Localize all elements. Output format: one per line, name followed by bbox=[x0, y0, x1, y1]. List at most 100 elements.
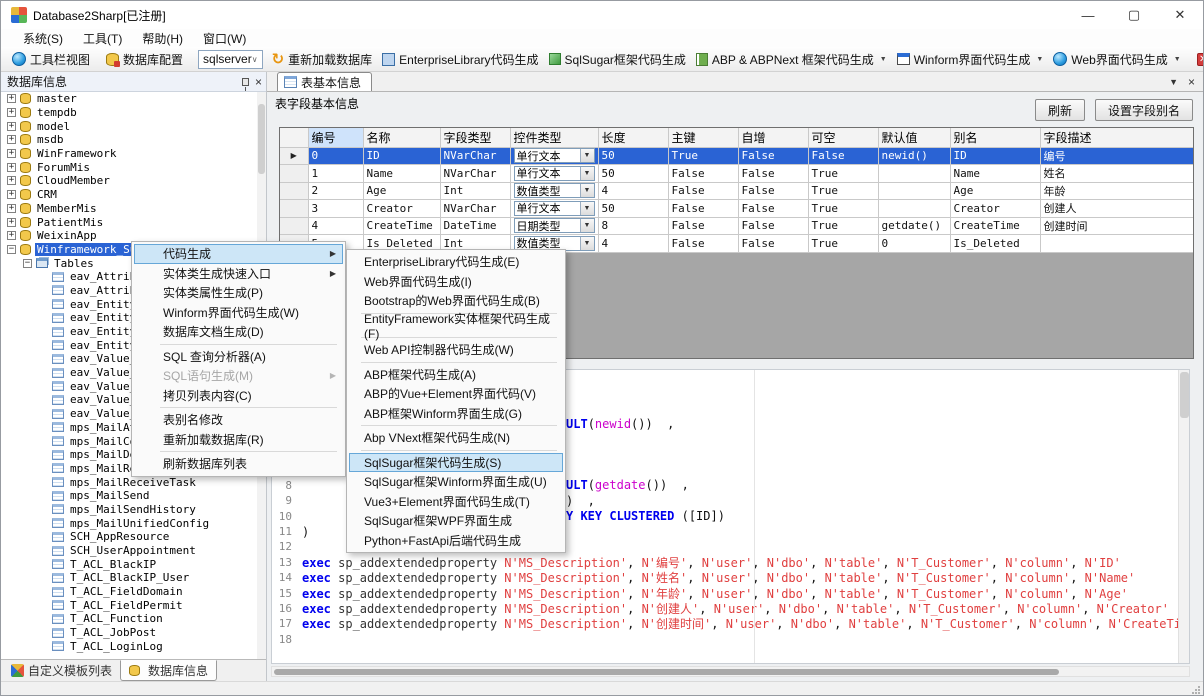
row-selector-stub[interactable] bbox=[280, 182, 308, 200]
grid-cell[interactable]: 4 bbox=[598, 182, 668, 200]
tab-table-info[interactable]: 表基本信息 bbox=[277, 72, 372, 91]
grid-cell[interactable]: NVarChar bbox=[440, 147, 510, 165]
grid-cell[interactable]: NVarChar bbox=[440, 165, 510, 183]
grid-cell[interactable]: True bbox=[808, 235, 878, 253]
submenu-item-17[interactable]: SqlSugar框架WPF界面生成 bbox=[349, 511, 563, 531]
grid-cell[interactable]: 单行文本▼ bbox=[510, 200, 598, 218]
expand-toggle-icon[interactable]: + bbox=[7, 176, 16, 185]
context-menu-item-10[interactable]: 表别名修改 bbox=[134, 410, 343, 430]
chevron-down-icon[interactable]: ▼ bbox=[580, 219, 594, 232]
database-type-select[interactable]: sqlserver ∨ bbox=[198, 50, 263, 69]
grid-cell[interactable]: 日期类型▼ bbox=[510, 217, 598, 235]
grid-cell[interactable]: 8 bbox=[598, 217, 668, 235]
toolbar-sqlsugar-button[interactable]: SqlSugar框架代码生成 bbox=[544, 48, 691, 70]
context-menu-item-2[interactable]: 实体类属性生成(P) bbox=[134, 283, 343, 303]
submenu-item-10[interactable]: ABP框架Winform界面生成(G) bbox=[349, 404, 563, 424]
toolbar-abp-button[interactable]: ABP & ABPNext 框架代码生成 ▼ bbox=[691, 48, 892, 70]
tree-table-26[interactable]: T_ACL_JobPost bbox=[1, 626, 266, 640]
grid-cell[interactable]: 姓名 bbox=[1040, 165, 1194, 183]
refresh-button[interactable]: 刷新 bbox=[1035, 99, 1085, 121]
grid-cell[interactable] bbox=[878, 182, 950, 200]
expand-toggle-icon[interactable]: + bbox=[7, 94, 16, 103]
grid-cell[interactable]: 50 bbox=[598, 147, 668, 165]
grid-cell[interactable]: newid() bbox=[878, 147, 950, 165]
row-selector-stub[interactable] bbox=[280, 165, 308, 183]
tree-table-20[interactable]: SCH_UserAppointment bbox=[1, 544, 266, 558]
grid-cell[interactable]: 创建人 bbox=[1040, 200, 1194, 218]
toolbar-view-button[interactable]: 工具栏视图 bbox=[7, 48, 95, 70]
column-header-2[interactable]: 字段类型 bbox=[440, 128, 510, 147]
chevron-down-icon[interactable]: ▼ bbox=[580, 184, 594, 197]
toolbar-winform-button[interactable]: Winform界面代码生成 ▼ bbox=[892, 48, 1049, 70]
menubar-item-1[interactable]: 工具(T) bbox=[73, 30, 132, 47]
panel-tab-0[interactable]: 自定义模板列表 bbox=[3, 660, 120, 681]
tab-close-icon[interactable]: × bbox=[1188, 77, 1195, 87]
tree-db-CloudMember[interactable]: +CloudMember bbox=[1, 174, 266, 188]
grid-cell[interactable]: Creator bbox=[363, 200, 440, 218]
grid-cell[interactable]: ID bbox=[363, 147, 440, 165]
submenu-item-8[interactable]: ABP框架代码生成(A) bbox=[349, 365, 563, 385]
menubar-item-2[interactable]: 帮助(H) bbox=[132, 30, 193, 47]
submenu-item-15[interactable]: SqlSugar框架Winform界面生成(U) bbox=[349, 472, 563, 492]
grid-cell[interactable]: 2 bbox=[308, 182, 363, 200]
context-menu-item-1[interactable]: 实体类生成快速入口▶ bbox=[134, 264, 343, 284]
tree-table-15[interactable]: mps_MailReceiveTask bbox=[1, 475, 266, 489]
grid-cell[interactable]: 1 bbox=[308, 165, 363, 183]
submenu-item-6[interactable]: Web API控制器代码生成(W) bbox=[349, 340, 563, 360]
chevron-down-icon[interactable]: ▼ bbox=[580, 167, 594, 180]
grid-cell[interactable]: 创建时间 bbox=[1040, 217, 1194, 235]
tab-list-dropdown-icon[interactable]: ▼ bbox=[1169, 77, 1178, 87]
grid-cell[interactable]: NVarChar bbox=[440, 200, 510, 218]
table-row[interactable]: 4CreateTimeDateTime日期类型▼8FalseFalseTrueg… bbox=[280, 217, 1194, 235]
tree-table-18[interactable]: mps_MailUnifiedConfig bbox=[1, 516, 266, 530]
chevron-down-icon[interactable]: ▼ bbox=[580, 237, 594, 250]
control-type-combo[interactable]: 日期类型▼ bbox=[514, 218, 595, 233]
grid-cell[interactable]: 4 bbox=[598, 235, 668, 253]
column-header-10[interactable]: 字段描述 bbox=[1040, 128, 1194, 147]
close-icon[interactable]: × bbox=[255, 77, 262, 87]
maximize-button[interactable]: ▢ bbox=[1111, 1, 1157, 29]
expand-toggle-icon[interactable]: − bbox=[7, 245, 16, 254]
grid-cell[interactable]: True bbox=[808, 165, 878, 183]
submenu-item-1[interactable]: Web界面代码生成(I) bbox=[349, 272, 563, 292]
expand-toggle-icon[interactable]: + bbox=[7, 218, 16, 227]
submenu-item-14[interactable]: SqlSugar框架代码生成(S) bbox=[349, 453, 563, 473]
grid-cell[interactable]: 年龄 bbox=[1040, 182, 1194, 200]
control-type-combo[interactable]: 单行文本▼ bbox=[514, 166, 595, 181]
tree-db-MemberMis[interactable]: +MemberMis bbox=[1, 202, 266, 216]
column-header-4[interactable]: 长度 bbox=[598, 128, 668, 147]
grid-cell[interactable]: ID bbox=[950, 147, 1040, 165]
menubar-item-3[interactable]: 窗口(W) bbox=[193, 30, 256, 47]
grid-cell[interactable]: 单行文本▼ bbox=[510, 165, 598, 183]
submenu-item-18[interactable]: Python+FastApi后端代码生成 bbox=[349, 531, 563, 551]
chevron-down-icon[interactable]: ▼ bbox=[580, 149, 594, 162]
context-menu-item-6[interactable]: SQL 查询分析器(A) bbox=[134, 347, 343, 367]
grid-cell[interactable]: Age bbox=[363, 182, 440, 200]
grid-cell[interactable]: CreateTime bbox=[363, 217, 440, 235]
panel-tab-1[interactable]: 数据库信息 bbox=[120, 660, 217, 681]
tree-table-22[interactable]: T_ACL_BlackIP_User bbox=[1, 571, 266, 585]
grid-cell[interactable]: 0 bbox=[878, 235, 950, 253]
grid-cell[interactable]: True bbox=[808, 182, 878, 200]
table-row[interactable]: 2AgeInt数值类型▼4FalseFalseTrueAge年龄 bbox=[280, 182, 1194, 200]
grid-cell[interactable]: Name bbox=[363, 165, 440, 183]
context-menu-item-0[interactable]: 代码生成▶ bbox=[134, 244, 343, 264]
context-menu-item-4[interactable]: 数据库文档生成(D) bbox=[134, 322, 343, 342]
grid-cell[interactable] bbox=[878, 165, 950, 183]
context-menu-item-11[interactable]: 重新加载数据库(R) bbox=[134, 430, 343, 450]
editor-horizontal-scrollbar[interactable] bbox=[271, 666, 1190, 677]
submenu-item-2[interactable]: Bootstrap的Web界面代码生成(B) bbox=[349, 291, 563, 311]
tree-table-19[interactable]: SCH_AppResource bbox=[1, 530, 266, 544]
row-selector-stub[interactable] bbox=[280, 200, 308, 218]
grid-cell[interactable]: False bbox=[738, 235, 808, 253]
tree-table-27[interactable]: T_ACL_LoginLog bbox=[1, 640, 266, 654]
grid-cell[interactable]: False bbox=[668, 200, 738, 218]
table-row[interactable]: ▶0IDNVarChar单行文本▼50TrueFalseFalsenewid()… bbox=[280, 147, 1194, 165]
grid-cell[interactable]: 50 bbox=[598, 200, 668, 218]
grid-cell[interactable]: False bbox=[738, 217, 808, 235]
grid-cell[interactable]: 单行文本▼ bbox=[510, 147, 598, 165]
expand-toggle-icon[interactable]: + bbox=[7, 122, 16, 131]
column-header-0[interactable]: 编号 bbox=[308, 128, 363, 147]
expand-toggle-icon[interactable]: + bbox=[7, 204, 16, 213]
expand-toggle-icon[interactable]: + bbox=[7, 190, 16, 199]
